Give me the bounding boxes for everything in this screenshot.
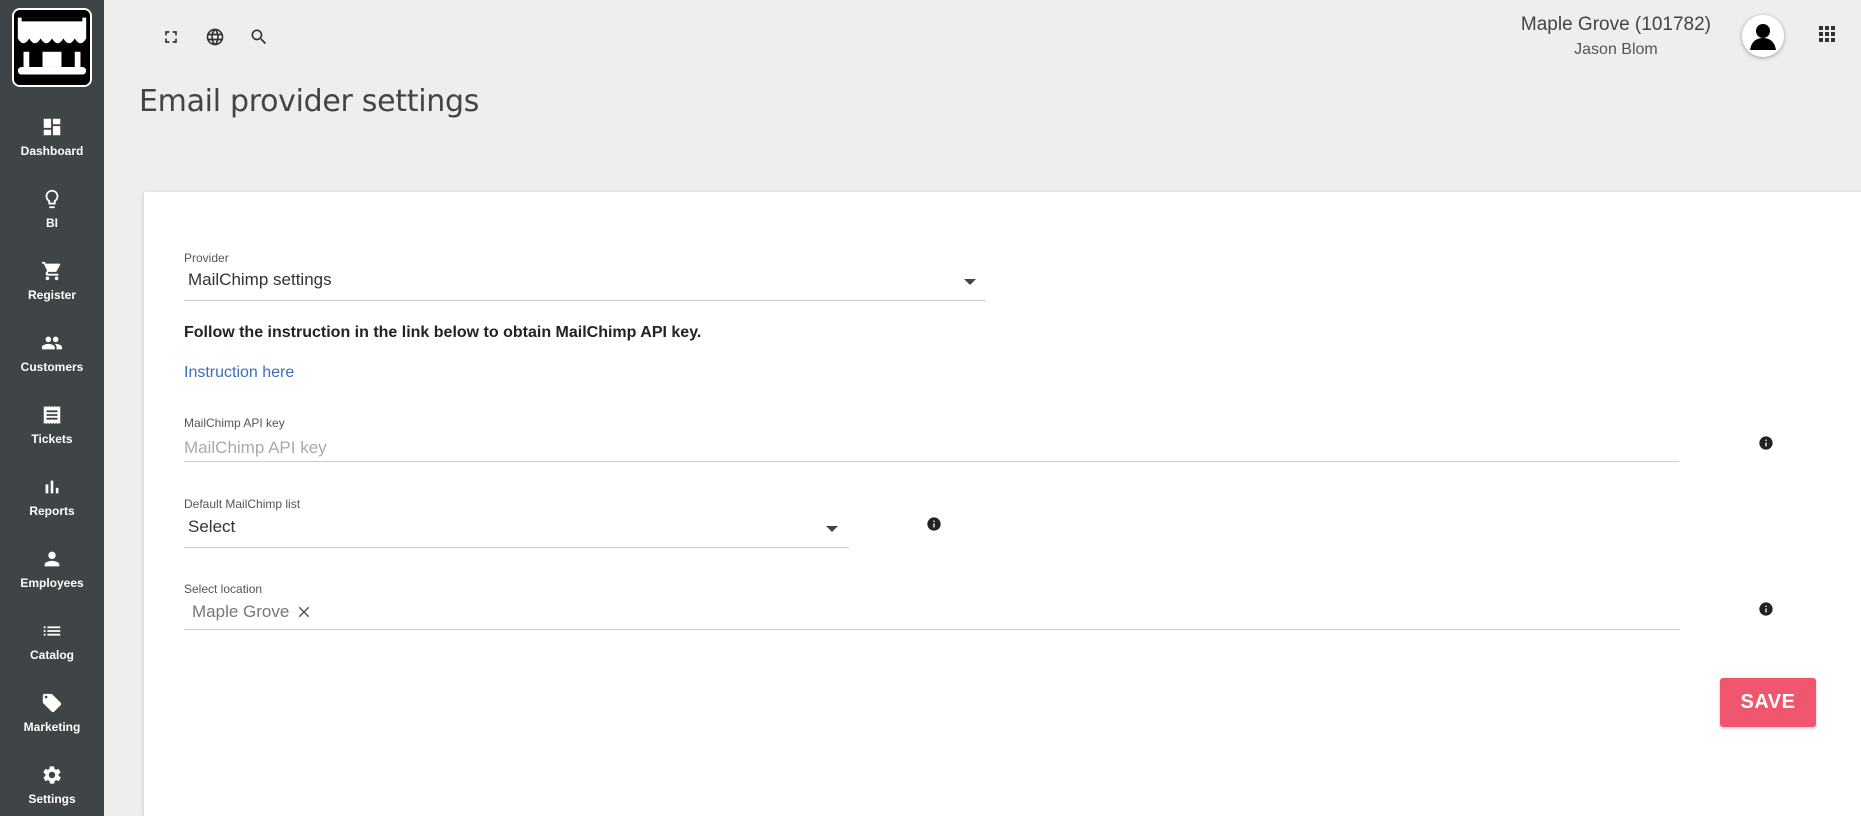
sidebar-item-label: Marketing (23, 720, 81, 734)
sidebar-item-label: Catalog (29, 648, 74, 662)
sidebar: Dashboard BI Register Customers Tickets … (0, 0, 104, 816)
page-title: Email provider settings (139, 84, 480, 119)
sidebar-item-label: Employees (20, 576, 84, 590)
provider-dropdown-caret-icon[interactable] (964, 279, 976, 285)
search-button[interactable] (244, 25, 274, 49)
apps-grid-icon (1819, 26, 1835, 42)
gear-icon (43, 766, 61, 784)
avatar-icon (1742, 15, 1784, 57)
instruction-link[interactable]: Instruction here (184, 364, 294, 382)
people-icon (41, 336, 63, 350)
save-button[interactable]: SAVE (1720, 678, 1816, 727)
apps-grid-button[interactable] (1815, 22, 1839, 46)
list-select[interactable]: Select (188, 517, 235, 537)
sidebar-item-dashboard[interactable]: Dashboard (0, 110, 104, 182)
location-name: Maple Grove (101782) (1520, 14, 1711, 35)
toolbar-icons (156, 25, 274, 49)
sidebar-item-label: Customers (20, 360, 84, 374)
list-underline (184, 547, 849, 548)
list-dropdown-caret-icon[interactable] (826, 526, 838, 532)
provider-select[interactable]: MailChimp settings (188, 270, 332, 290)
sidebar-nav: Dashboard BI Register Customers Tickets … (0, 110, 104, 816)
sidebar-item-reports[interactable]: Reports (0, 470, 104, 542)
location-info-icon[interactable] (1758, 601, 1774, 617)
location-chip-label: Maple Grove (192, 602, 290, 621)
provider-underline (184, 300, 986, 301)
sidebar-item-settings[interactable]: Settings (0, 758, 104, 816)
bar-chart-icon (45, 480, 59, 494)
location-underline (184, 629, 1680, 630)
sidebar-item-tickets[interactable]: Tickets (0, 398, 104, 470)
avatar[interactable] (1742, 15, 1784, 57)
sidebar-item-catalog[interactable]: Catalog (0, 614, 104, 686)
provider-label: Provider (184, 251, 229, 265)
sidebar-item-label: Settings (28, 792, 76, 806)
api-key-underline (184, 461, 1679, 462)
location-label: Select location (184, 582, 263, 596)
sidebar-item-label: Reports (29, 504, 75, 518)
sidebar-item-register[interactable]: Register (0, 254, 104, 326)
fullscreen-icon (165, 31, 177, 43)
lightbulb-icon (45, 189, 59, 209)
receipt-icon (43, 405, 61, 425)
language-button[interactable] (200, 25, 230, 49)
instruction-text: Follow the instruction in the link below… (184, 324, 702, 341)
store-logo[interactable] (12, 8, 92, 87)
list-icon (43, 626, 61, 636)
api-key-info-icon[interactable] (1758, 435, 1774, 451)
search-icon (251, 29, 267, 45)
list-info-icon[interactable] (926, 516, 942, 532)
settings-card: Provider MailChimp settings Follow the i… (144, 192, 1861, 816)
user-info[interactable]: Maple Grove (101782) Jason Blom (1521, 14, 1711, 59)
person-icon (44, 551, 60, 567)
sidebar-item-marketing[interactable]: Marketing (0, 686, 104, 758)
sidebar-item-label: Dashboard (20, 144, 84, 158)
api-key-input[interactable] (184, 435, 1674, 461)
sidebar-item-label: BI (46, 216, 58, 230)
globe-icon (206, 28, 224, 46)
sidebar-item-employees[interactable]: Employees (0, 542, 104, 614)
api-key-label: MailChimp API key (184, 416, 285, 430)
sidebar-item-customers[interactable]: Customers (0, 326, 104, 398)
fullscreen-button[interactable] (156, 25, 186, 49)
tag-icon (42, 693, 62, 713)
sidebar-item-bi[interactable]: BI (0, 182, 104, 254)
remove-location-icon[interactable] (295, 603, 313, 621)
user-name: Jason Blom (1574, 41, 1658, 58)
dashboard-icon (43, 118, 61, 136)
sidebar-item-label: Tickets (31, 432, 73, 446)
list-label: Default MailChimp list (184, 497, 301, 511)
location-chip: Maple Grove (192, 602, 313, 622)
sidebar-item-label: Register (27, 288, 77, 302)
cart-icon (41, 261, 61, 281)
